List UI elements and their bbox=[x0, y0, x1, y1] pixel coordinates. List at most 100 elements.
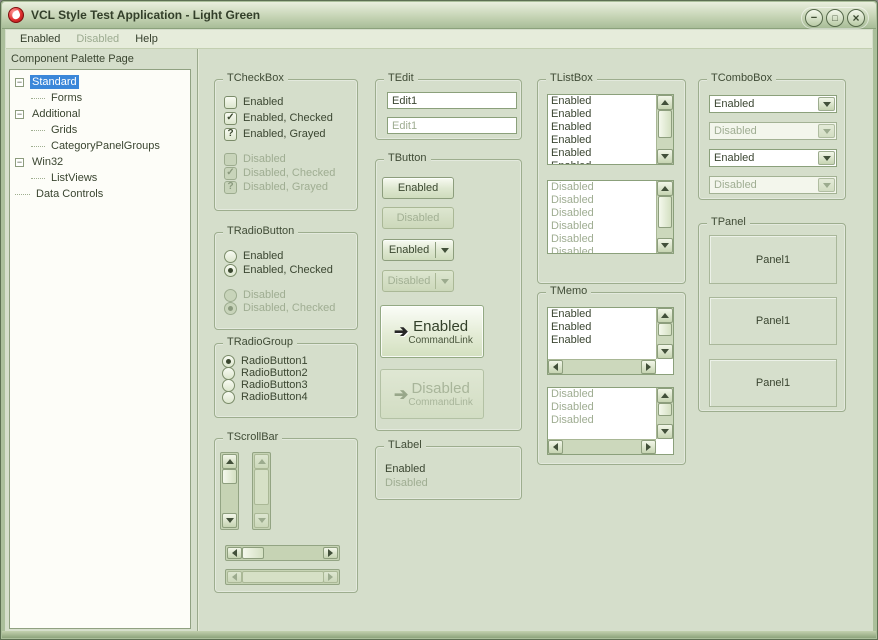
scroll-down-button[interactable] bbox=[657, 344, 673, 359]
arrow-right-icon: ➔ bbox=[394, 384, 409, 404]
checkbox-grayed-icon[interactable]: ? bbox=[224, 127, 237, 141]
tree-item-categorypanelgroups[interactable]: CategoryPanelGroups bbox=[49, 139, 162, 153]
checkbox-unchecked-icon[interactable] bbox=[224, 95, 237, 109]
tree-row[interactable]: Forms bbox=[10, 90, 190, 106]
tree-collapse-icon[interactable]: − bbox=[15, 77, 24, 87]
component-tree[interactable]: − Standard Forms − Additional Grids Cate… bbox=[9, 69, 191, 629]
splitbutton-enabled[interactable]: Enabled bbox=[382, 239, 454, 261]
tree-collapse-icon[interactable]: − bbox=[15, 109, 24, 119]
group-title: TLabel bbox=[384, 439, 426, 451]
tree-item-additional[interactable]: Additional bbox=[30, 107, 82, 121]
checkbox-label: Enabled bbox=[243, 96, 284, 108]
commandlink-enabled[interactable]: ➔ Enabled CommandLink bbox=[380, 305, 484, 358]
tree-row[interactable]: − Additional bbox=[10, 106, 190, 122]
group-tradiobutton: TRadioButton Enabled Enabled, Checked Di… bbox=[214, 225, 358, 330]
scroll-up-button[interactable] bbox=[657, 388, 673, 403]
button-enabled[interactable]: Enabled bbox=[382, 177, 454, 199]
tree-item-grids[interactable]: Grids bbox=[49, 123, 79, 137]
scroll-right-button[interactable] bbox=[323, 547, 338, 559]
group-tradiogroup: TRadioGroup RadioButton1 RadioButton2 Ra… bbox=[214, 336, 358, 418]
list-item: Disabled bbox=[551, 246, 594, 254]
tree-connector bbox=[31, 177, 45, 179]
commandlink-title: Enabled bbox=[413, 317, 469, 335]
tree-row[interactable]: CategoryPanelGroups bbox=[10, 138, 190, 154]
list-item[interactable]: Enabled bbox=[548, 134, 673, 147]
radio-unchecked-icon[interactable] bbox=[222, 390, 235, 404]
scroll-thumb[interactable] bbox=[658, 323, 672, 336]
scrollbar-vertical-enabled[interactable] bbox=[220, 452, 239, 530]
scroll-thumb[interactable] bbox=[658, 110, 672, 138]
menu-item-help[interactable]: Help bbox=[127, 31, 166, 47]
scroll-up-button[interactable] bbox=[657, 95, 673, 110]
splitter[interactable] bbox=[197, 49, 198, 631]
radio-unchecked-icon[interactable] bbox=[224, 249, 237, 263]
scroll-right-button[interactable] bbox=[641, 440, 656, 454]
close-icon[interactable]: × bbox=[847, 9, 865, 27]
tree-item-forms[interactable]: Forms bbox=[49, 91, 84, 105]
tree-item-win32[interactable]: Win32 bbox=[30, 155, 65, 169]
dropdown-button bbox=[436, 278, 453, 284]
title-bar[interactable]: VCL Style Test Application - Light Green… bbox=[2, 2, 876, 29]
combo-dropdown-button[interactable] bbox=[818, 97, 835, 111]
panel-caption: Panel1 bbox=[755, 377, 791, 389]
list-item[interactable]: Enabled bbox=[548, 108, 673, 121]
group-tcheckbox: TCheckBox Enabled ✓ Enabled, Checked ? E… bbox=[214, 72, 358, 211]
scroll-thumb[interactable] bbox=[222, 469, 237, 484]
palette-header: Component Palette Page bbox=[11, 53, 134, 65]
scrollbar-vertical[interactable] bbox=[656, 95, 673, 164]
scroll-right-button[interactable] bbox=[641, 360, 656, 374]
tree-item-data-controls[interactable]: Data Controls bbox=[34, 187, 105, 201]
combobox-edit-enabled[interactable]: Enabled bbox=[709, 149, 837, 167]
tree-row[interactable]: − Win32 bbox=[10, 154, 190, 170]
scroll-thumb[interactable] bbox=[242, 547, 264, 559]
scroll-down-button bbox=[254, 513, 269, 528]
edit-enabled[interactable]: Edit1 bbox=[387, 92, 517, 109]
listbox-enabled[interactable]: Enabled Enabled Enabled Enabled Enabled … bbox=[547, 94, 674, 165]
scrollbar-vertical[interactable] bbox=[656, 308, 673, 359]
scroll-left-button[interactable] bbox=[227, 547, 242, 559]
checkbox-label: Enabled, Grayed bbox=[243, 128, 326, 140]
scrollbar-horizontal-enabled[interactable] bbox=[225, 545, 340, 561]
scroll-left-button[interactable] bbox=[548, 440, 563, 454]
dropdown-button[interactable] bbox=[436, 247, 453, 253]
checkbox-checked-icon[interactable]: ✓ bbox=[224, 111, 237, 125]
scroll-down-button[interactable] bbox=[657, 424, 673, 439]
memo-line: Enabled bbox=[551, 321, 592, 333]
tree-row[interactable]: Data Controls bbox=[10, 186, 190, 202]
list-item[interactable]: Enabled bbox=[548, 160, 673, 164]
tree-collapse-icon[interactable]: − bbox=[15, 157, 24, 167]
arrow-right-icon bbox=[646, 443, 651, 451]
tree-row[interactable]: Grids bbox=[10, 122, 190, 138]
scroll-down-button[interactable] bbox=[657, 149, 673, 164]
arrow-down-icon bbox=[661, 154, 669, 159]
scrollbar-vertical-disabled bbox=[252, 452, 271, 530]
radio-label: Enabled bbox=[243, 250, 284, 262]
maximize-icon[interactable]: □ bbox=[826, 9, 844, 27]
scrollbar-horizontal[interactable] bbox=[548, 359, 656, 374]
combo-dropdown-button[interactable] bbox=[818, 151, 835, 165]
list-item[interactable]: Enabled bbox=[548, 147, 673, 160]
scroll-left-button[interactable] bbox=[548, 360, 563, 374]
arrow-right-icon bbox=[646, 363, 651, 371]
combobox-enabled[interactable]: Enabled bbox=[709, 95, 837, 113]
scroll-down-button[interactable] bbox=[222, 513, 237, 528]
list-item[interactable]: Enabled bbox=[548, 121, 673, 134]
combobox-value: Disabled bbox=[714, 179, 757, 191]
scroll-thumb[interactable] bbox=[658, 196, 672, 228]
minimize-icon[interactable]: − bbox=[805, 9, 823, 27]
scroll-down-button[interactable] bbox=[657, 238, 673, 253]
memo-enabled[interactable]: Enabled Enabled Enabled bbox=[547, 307, 674, 375]
menu-item-enabled[interactable]: Enabled bbox=[12, 31, 68, 47]
tree-row[interactable]: − Standard bbox=[10, 74, 190, 90]
scroll-up-button[interactable] bbox=[222, 454, 237, 469]
list-item[interactable]: Enabled bbox=[548, 95, 673, 108]
scroll-up-button[interactable] bbox=[657, 181, 673, 196]
scroll-thumb[interactable] bbox=[658, 403, 672, 416]
scroll-up-button[interactable] bbox=[657, 308, 673, 323]
label-disabled: Disabled bbox=[385, 477, 428, 489]
tree-row[interactable]: ListViews bbox=[10, 170, 190, 186]
radio-checked-icon[interactable] bbox=[224, 263, 237, 277]
button-disabled: Disabled bbox=[382, 207, 454, 229]
tree-item-listviews[interactable]: ListViews bbox=[49, 171, 99, 185]
tree-item-standard[interactable]: Standard bbox=[30, 75, 79, 89]
